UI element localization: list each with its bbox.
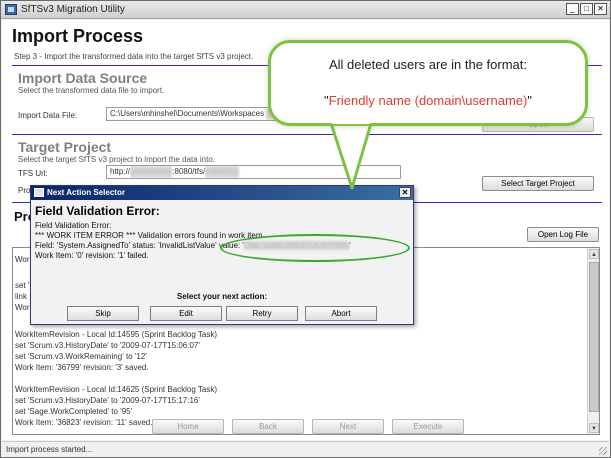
log-line: set 'Scrum.v3.WorkRemaining' to '12': [15, 352, 147, 361]
dialog-error-line: Work Item: '0' revision: '1' failed.: [35, 251, 149, 260]
dialog-field-prefix: Field: 'System.AssignedTo' status: 'Inva…: [35, 241, 244, 250]
target-project-title: Target Project: [18, 139, 112, 155]
dialog-icon: [34, 188, 44, 197]
status-text: Import process started...: [6, 445, 93, 454]
open-log-file-button[interactable]: Open Log File: [527, 227, 599, 242]
redacted-collection: collection: [205, 166, 239, 178]
page-title: Import Process: [12, 26, 144, 46]
close-button[interactable]: ✕: [594, 3, 607, 15]
log-line: Work Item: '36799' revision: '3' saved.: [15, 363, 149, 372]
minimize-button[interactable]: _: [566, 3, 579, 15]
import-file-value: C:\Users\mhinshel\Documents\Workspaces: [110, 109, 265, 118]
log-line: Work Item: '36823' revision: '11' saved.: [15, 418, 153, 427]
value-highlight-oval: [220, 234, 410, 262]
dialog-error-line: Field Validation Error:: [35, 221, 112, 230]
callout-format: "Friendly name (domain\username)": [324, 93, 532, 108]
annotation-callout: All deleted users are in the format: "Fr…: [268, 40, 588, 126]
scroll-thumb[interactable]: [589, 262, 599, 412]
retry-button[interactable]: Retry: [226, 306, 298, 321]
dialog-title-bar[interactable]: Next Action Selector ✕: [31, 186, 413, 200]
edit-button[interactable]: Edit: [150, 306, 222, 321]
skip-button[interactable]: Skip: [67, 306, 139, 321]
tfs-url-field[interactable]: http://servername:8080/tfs/collection: [106, 165, 401, 179]
home-button[interactable]: Home: [152, 419, 224, 434]
scroll-down-icon[interactable]: ▼: [589, 423, 599, 433]
maximize-button[interactable]: □: [580, 3, 593, 15]
log-line: WorkItemRevision - Local Id:14595 (Sprin…: [15, 330, 218, 339]
tfs-url-prefix: http://: [110, 167, 131, 176]
title-bar[interactable]: SfTSv3 Migration Utility _ □ ✕: [1, 1, 610, 19]
scroll-up-icon[interactable]: ▲: [589, 249, 599, 259]
project-label: Pro: [18, 186, 31, 195]
redacted-server: servername: [130, 166, 173, 178]
import-source-title: Import Data Source: [18, 70, 148, 86]
log-line: WorkItemRevision - Local Id:14625 (Sprin…: [15, 385, 218, 394]
tfs-url-suffix: :8080/tfs/: [172, 167, 206, 176]
import-file-label: Import Data File:: [18, 111, 78, 120]
callout-format-text: Friendly name (domain\username): [328, 93, 528, 108]
log-line: set 'Scrum.v3.HistoryDate' to '2009-07-1…: [15, 396, 200, 405]
callout-text: All deleted users are in the format:: [329, 57, 527, 72]
dialog-close-icon[interactable]: ✕: [399, 187, 411, 198]
log-line: set 'Scrum.v3.HistoryDate' to '2009-07-1…: [15, 341, 200, 350]
abort-button[interactable]: Abort: [305, 306, 377, 321]
log-line: set 'Sage.WorkCompleted' to '95': [15, 407, 133, 416]
import-source-subtitle: Select the transformed data file to impo…: [18, 86, 165, 95]
dialog-error-line: *** WORK ITEM ERROR *** Validation error…: [35, 231, 265, 240]
select-target-project-button[interactable]: Select Target Project: [482, 176, 594, 191]
tfs-url-label: TFS Url:: [18, 169, 48, 178]
target-project-subtitle: Select the target SfTS v3 project to imp…: [18, 155, 215, 164]
status-bar: Import process started...: [2, 441, 609, 457]
dialog-title: Next Action Selector: [47, 188, 125, 197]
section-divider: [12, 134, 602, 135]
dialog-heading: Field Validation Error:: [35, 204, 160, 218]
resize-grip-icon[interactable]: [599, 447, 607, 455]
app-icon: [5, 4, 17, 15]
log-line: link: [15, 292, 28, 301]
log-line: set ': [15, 281, 30, 290]
execute-button[interactable]: Execute: [392, 419, 464, 434]
log-scrollbar[interactable]: ▲ ▼: [587, 248, 599, 434]
window-title: SfTSv3 Migration Utility: [21, 4, 125, 15]
back-button[interactable]: Back: [232, 419, 304, 434]
dialog-prompt: Select your next action:: [176, 292, 268, 301]
next-button[interactable]: Next: [312, 419, 384, 434]
step-description: Step 3 - Import the transformed data int…: [14, 52, 254, 61]
